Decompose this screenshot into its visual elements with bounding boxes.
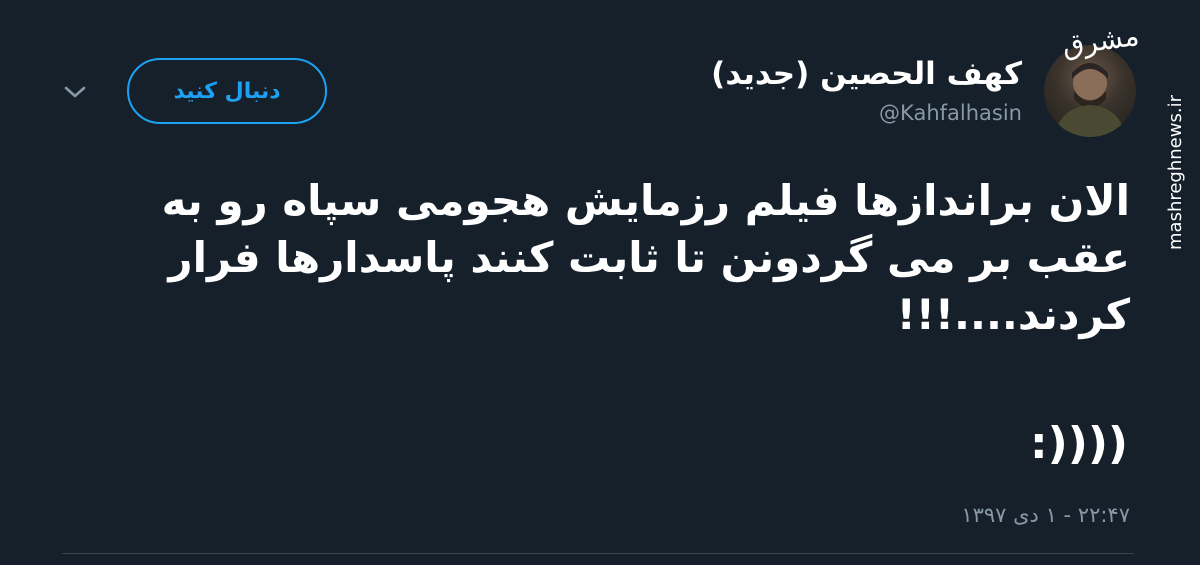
avatar[interactable]: [1044, 45, 1136, 137]
avatar-image: [1054, 63, 1126, 137]
tweet-emoji-line: :)))): [1030, 418, 1129, 469]
divider: [62, 553, 1134, 554]
chevron-down-icon[interactable]: [62, 84, 88, 110]
watermark-site: mashreghnews.ir: [1165, 95, 1186, 250]
tweet-card: مشرق mashreghnews.ir کهف الحصین (جدید) @…: [0, 0, 1200, 565]
tweet-timestamp[interactable]: ۲۲:۴۷ - ۱ دی ۱۳۹۷: [961, 503, 1130, 527]
display-name[interactable]: کهف الحصین (جدید): [711, 56, 1022, 92]
follow-button[interactable]: دنبال کنید: [127, 58, 327, 124]
user-handle[interactable]: @Kahfalhasin: [879, 101, 1022, 125]
tweet-text: الان براندازها فیلم رزمایش هجومی سپاه رو…: [161, 176, 1130, 339]
watermark-logo: مشرق: [1060, 18, 1142, 63]
follow-button-label: دنبال کنید: [173, 78, 281, 104]
